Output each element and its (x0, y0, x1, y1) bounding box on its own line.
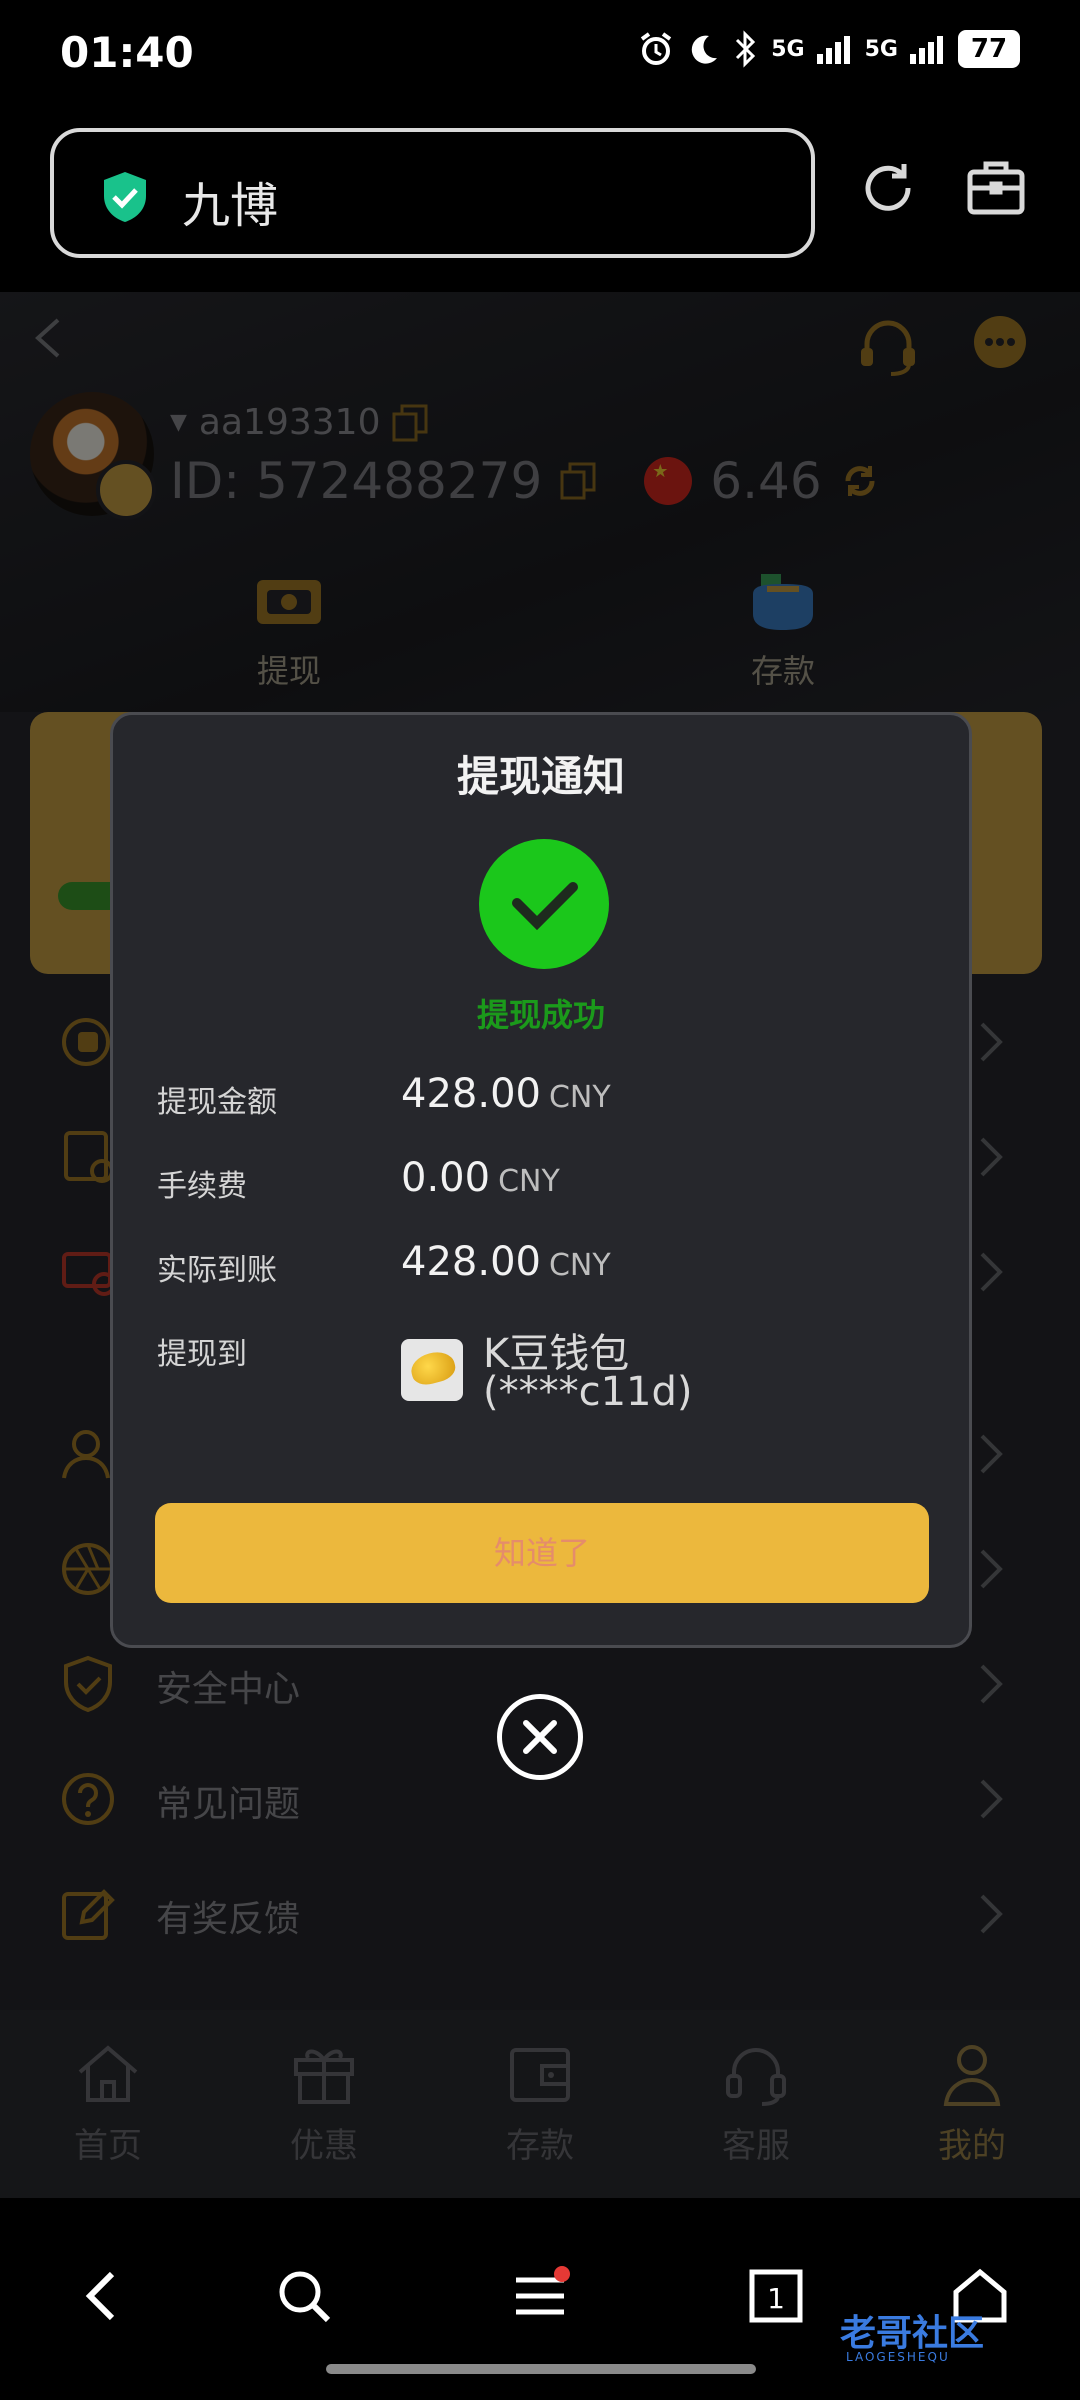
svg-text:1: 1 (767, 2282, 785, 2315)
success-check-icon (479, 839, 609, 969)
address-bar-title: 九博 (182, 178, 279, 234)
row-unit: CNY (548, 1080, 611, 1115)
status-icons: 5G 5G 77 (637, 30, 1020, 68)
bluetooth-icon (736, 30, 756, 68)
close-dialog-button[interactable] (497, 1694, 583, 1780)
wallet-account: (****c11d) (483, 1369, 693, 1415)
signal-icon (910, 36, 943, 64)
row-value: 0.00 (401, 1155, 491, 1201)
watermark-logo: 老哥社区 (840, 2313, 985, 2354)
shield-check-icon (104, 172, 146, 222)
toolbox-icon[interactable] (964, 156, 1028, 220)
battery-indicator: 77 (958, 30, 1020, 68)
row-value: 428.00 (401, 1071, 541, 1117)
system-navigation-bar: 1 老哥社区 LAOGESHEQU (0, 2198, 1080, 2400)
refresh-icon[interactable] (856, 156, 920, 220)
row-label: 手续费 (157, 1169, 247, 1204)
browser-toolbar: 九博 (0, 110, 1080, 292)
row-label: 实际到账 (157, 1253, 277, 1288)
search-icon[interactable] (274, 2266, 334, 2326)
status-time: 01:40 (60, 28, 194, 77)
status-bar: 01:40 5G 5G 77 (0, 0, 1080, 110)
watermark-subtitle: LAOGESHEQU (846, 2350, 950, 2364)
signal-icon (816, 36, 850, 64)
signal-label-1: 5G (771, 36, 805, 62)
alarm-icon (641, 32, 672, 65)
row-unit: CNY (548, 1248, 611, 1283)
row-value: 428.00 (401, 1239, 541, 1285)
acknowledge-button[interactable]: 知道了 (155, 1503, 929, 1603)
k-bean-wallet-icon (401, 1339, 463, 1401)
row-value-wrap: 0.00 CNY (401, 1155, 560, 1201)
signal-label-2: 5G (864, 36, 898, 62)
tabs-count-icon[interactable]: 1 (746, 2266, 806, 2326)
row-label: 提现到 (157, 1337, 247, 1372)
withdrawal-notice-dialog: 提现通知 提现成功 提现金额 428.00 CNY 手续费 0.00 CNY 实际到… (110, 712, 972, 1648)
status-text: 提现成功 (476, 996, 605, 1034)
close-icon (523, 1720, 557, 1754)
gesture-handle[interactable] (326, 2364, 756, 2374)
dialog-title: 提现通知 (456, 752, 625, 801)
address-bar[interactable]: 九博 (50, 128, 815, 258)
row-value-wrap: 428.00 CNY (401, 1239, 611, 1285)
menu-icon[interactable] (510, 2266, 570, 2326)
moon-icon (692, 35, 718, 64)
back-arrow-icon[interactable] (72, 2266, 132, 2326)
row-label: 提现金额 (157, 1085, 277, 1120)
row-value-wrap: 428.00 CNY (401, 1071, 611, 1117)
row-unit: CNY (498, 1164, 560, 1199)
